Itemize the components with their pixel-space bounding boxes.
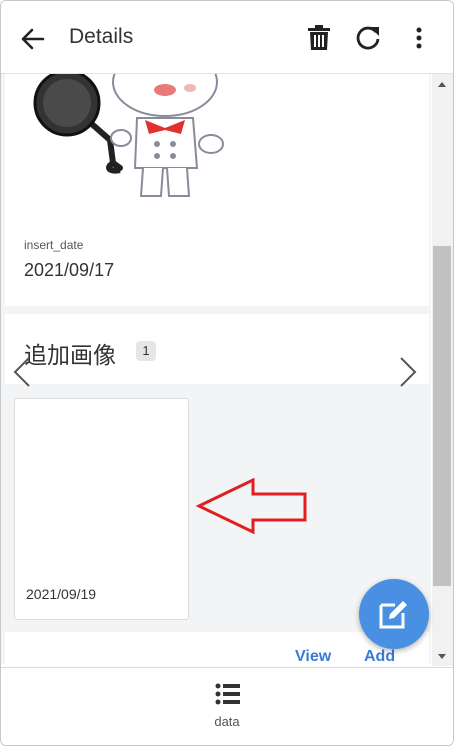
- more-vert-icon[interactable]: [404, 23, 434, 53]
- chef-cat-illustration: [33, 74, 224, 197]
- thumbnail-date: 2021/09/19: [26, 586, 97, 602]
- refresh-icon[interactable]: [353, 23, 383, 53]
- trash-icon[interactable]: [304, 23, 334, 53]
- insert-date-label: insert_date: [24, 238, 84, 252]
- image-thumbnail-card[interactable]: 2021/09/19: [14, 398, 189, 620]
- edit-fab-button[interactable]: [359, 579, 429, 649]
- view-button[interactable]: View: [295, 648, 331, 664]
- bottom-nav-label-data[interactable]: data: [1, 714, 453, 729]
- app-window: Details insert_date 2021/09/17 追加画像 1 20…: [0, 0, 454, 746]
- vertical-scrollbar[interactable]: [432, 74, 453, 666]
- insert-date-value: 2021/09/17: [24, 260, 115, 280]
- red-arrow-annotation: [195, 478, 307, 534]
- scroll-up-arrow-icon[interactable]: [438, 82, 446, 87]
- arrow-left-icon[interactable]: [17, 23, 49, 55]
- app-bar: Details: [1, 1, 453, 74]
- add-button[interactable]: Add: [364, 648, 395, 664]
- edit-icon: [379, 601, 407, 629]
- record-card: insert_date 2021/09/17: [5, 74, 429, 306]
- page-title: Details: [69, 25, 134, 48]
- section-title: 追加画像: [24, 342, 116, 368]
- scroll-down-arrow-icon[interactable]: [438, 654, 446, 659]
- image-actions-bar: View Add: [5, 632, 429, 664]
- bottom-navigation: data: [1, 667, 453, 745]
- image-count-badge: 1: [136, 341, 156, 361]
- details-content[interactable]: insert_date 2021/09/17 追加画像 1 2021/09/19…: [1, 74, 431, 664]
- list-icon[interactable]: [214, 682, 242, 706]
- additional-images-header: 追加画像 1: [5, 314, 429, 384]
- scrollbar-thumb[interactable]: [433, 246, 451, 586]
- chevron-right-icon[interactable]: [397, 356, 419, 388]
- chevron-left-icon[interactable]: [11, 356, 33, 388]
